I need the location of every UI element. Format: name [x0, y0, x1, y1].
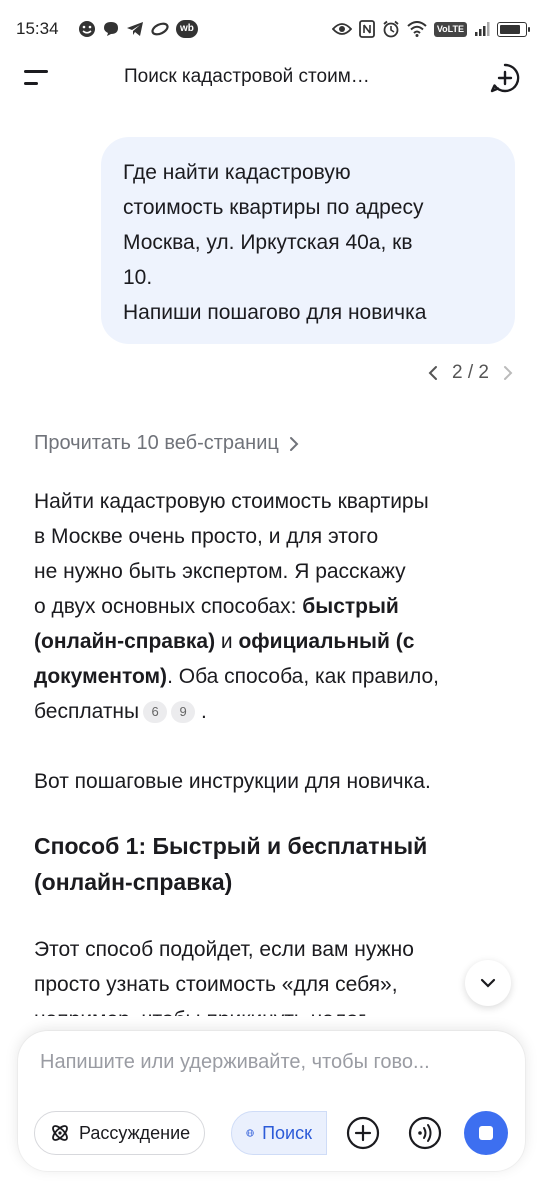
user-message-line: Напиши пошагово для новичка	[123, 301, 427, 324]
status-time: 15:34	[16, 19, 59, 38]
new-chat-icon	[490, 63, 520, 93]
answer-line: бесплатны 6 9 .	[34, 694, 514, 729]
nfc-icon	[358, 19, 375, 39]
emoji-icon	[78, 19, 96, 39]
answer-bold-text: документом)	[34, 665, 168, 688]
menu-icon	[24, 82, 38, 85]
chevron-right-icon	[289, 436, 299, 451]
section-heading: Способ 1: Быстрый и бесплатный (онлайн-с…	[34, 828, 427, 900]
wb-badge: wb	[176, 20, 198, 38]
answer-line: в Москве очень просто, и для этого	[34, 525, 379, 548]
user-message-line: стоимость квартиры по адресу	[123, 196, 424, 219]
scroll-down-button[interactable]	[465, 960, 511, 1006]
telegram-icon	[126, 19, 144, 39]
menu-icon	[24, 70, 48, 73]
answer-line: Этот способ подойдет, если вам нужно	[34, 938, 414, 961]
sources-label: Прочитать 10 веб-страниц	[34, 432, 279, 454]
answer-text: о двух основных способах:	[34, 595, 303, 618]
answer-paragraph: Найти кадастровую стоимость квартиры в М…	[34, 484, 514, 729]
chevron-left-icon[interactable]	[424, 364, 442, 382]
globe-icon	[246, 1129, 254, 1137]
stop-button[interactable]	[464, 1111, 508, 1155]
stop-icon	[479, 1126, 493, 1140]
chat-title: Поиск кадастровой стоим…	[124, 66, 370, 87]
citation-badge[interactable]: 6	[143, 701, 168, 723]
user-message-line: Москва, ул. Иркутская 40а, кв	[123, 231, 413, 254]
heading-line: (онлайн-справка)	[34, 869, 233, 895]
plus-circle-icon	[346, 1116, 380, 1150]
eye-icon	[331, 19, 352, 39]
chevron-right-icon[interactable]	[499, 364, 517, 382]
answer-paragraph: Этот способ подойдет, если вам нужно про…	[34, 932, 414, 1016]
menu-button[interactable]	[24, 66, 50, 88]
answer-line: просто узнать стоимость «для себя»,	[34, 973, 398, 996]
battery-icon	[497, 21, 530, 37]
answer-line: Найти кадастровую стоимость квартиры	[34, 490, 429, 513]
home-indicator	[0, 1178, 543, 1200]
pager-label: 2 / 2	[452, 362, 489, 383]
notification-icons: wb	[78, 19, 198, 39]
reasoning-label: Рассуждение	[79, 1122, 191, 1143]
status-bar: 15:34 wb VoLTE	[0, 0, 543, 58]
answer-line: о двух основных способах: быстрый	[34, 589, 514, 624]
version-pager: 2 / 2	[424, 362, 517, 384]
answer-text: . Оба способа, как правило,	[167, 665, 439, 688]
answer-line: например, чтобы прикинуть налог	[34, 1002, 414, 1016]
search-toggle[interactable]: Поиск	[231, 1111, 327, 1155]
answer-paragraph: Вот пошаговые инструкции для новичка.	[34, 770, 431, 793]
chevron-down-icon	[480, 978, 496, 988]
signal-icon	[474, 19, 490, 39]
user-message-line: 10.	[123, 266, 153, 289]
system-icons: VoLTE	[331, 19, 530, 39]
answer-text: и	[215, 630, 239, 653]
voice-icon	[408, 1116, 442, 1150]
user-message-bubble: Где найти кадастровую стоимость квартиры…	[101, 137, 515, 344]
wifi-icon	[407, 19, 427, 39]
voice-button[interactable]	[403, 1111, 447, 1155]
message-input[interactable]	[40, 1047, 510, 1077]
search-label: Поиск	[262, 1122, 312, 1143]
answer-bold-text: официальный (с	[238, 630, 415, 653]
sources-link[interactable]: Прочитать 10 веб-страниц	[34, 432, 301, 455]
alarm-icon	[382, 19, 400, 39]
new-chat-button[interactable]	[489, 62, 521, 94]
reasoning-toggle[interactable]: Рассуждение	[34, 1111, 206, 1155]
answer-text: бесплатны	[34, 700, 140, 723]
volte-badge: VoLTE	[433, 21, 467, 37]
answer-line: документом). Оба способа, как правило,	[34, 659, 514, 694]
chat-bubble-icon	[102, 19, 120, 39]
message-composer: Рассуждение Поиск	[18, 1031, 525, 1171]
answer-bold-text: быстрый	[302, 595, 399, 618]
answer-line: (онлайн-справка) и официальный (с	[34, 624, 514, 659]
attach-button[interactable]	[341, 1111, 385, 1155]
atom-icon	[52, 1125, 68, 1141]
app-header: Поиск кадастровой стоим…	[0, 58, 543, 98]
citation-badge[interactable]: 9	[171, 701, 196, 723]
answer-bold-text: (онлайн-справка)	[34, 630, 216, 653]
answer-text: .	[195, 700, 207, 723]
answer-line: не нужно быть экспертом. Я расскажу	[34, 560, 406, 583]
heading-line: Способ 1: Быстрый и бесплатный	[34, 833, 428, 859]
link-icon	[150, 19, 170, 39]
user-message-line: Где найти кадастровую	[123, 161, 351, 184]
